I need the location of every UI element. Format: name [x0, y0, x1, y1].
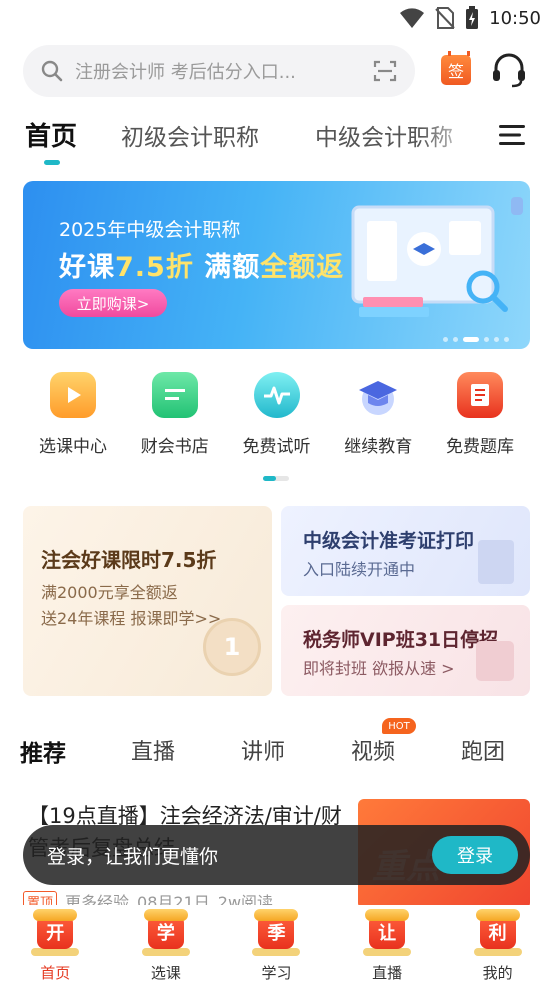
gift-box-icon: 季	[252, 909, 301, 956]
promo-subtitle: 入口陆续开通中	[303, 560, 416, 579]
nav-home[interactable]: 开 首页	[0, 905, 110, 983]
quick-link-label: 继续教育	[344, 437, 413, 457]
tab-live[interactable]: 直播	[131, 734, 175, 766]
no-sim-icon	[435, 7, 455, 29]
nav-live[interactable]: 让 直播	[332, 905, 442, 983]
tab-lecturers[interactable]: 讲师	[241, 734, 285, 766]
quick-link-label: 财会书店	[140, 437, 209, 457]
quick-links-pager	[263, 476, 289, 481]
battery-charging-icon	[466, 6, 479, 29]
quick-link-course-center[interactable]: 选课中心	[23, 372, 123, 462]
nav-label: 我的	[482, 964, 513, 982]
promo-title: 税务师VIP班31日停招	[303, 629, 499, 651]
gift-box-icon: 利	[473, 909, 522, 956]
quick-link-continuing-education[interactable]: 继续教育	[328, 372, 428, 462]
status-bar: 10:50	[0, 0, 553, 38]
audio-wave-icon	[253, 372, 300, 418]
nav-label: 直播	[372, 964, 403, 982]
banner-buy-button[interactable]: 立即购课>	[59, 289, 167, 317]
video-course-icon	[50, 372, 96, 418]
scan-icon[interactable]	[373, 60, 397, 82]
quick-links: 选课中心 财会书店 免费试听 继续教育 免费题库	[23, 372, 530, 462]
hot-badge: HOT	[382, 718, 416, 734]
tab-scroll-fade	[420, 112, 480, 160]
quick-link-label: 免费题库	[446, 437, 514, 457]
promo-card-tax-advisor-vip[interactable]: 税务师VIP班31日停招 即将封班 欲报从速 >	[281, 605, 530, 696]
graduation-cap-icon	[355, 372, 401, 418]
tab-home[interactable]: 首页	[25, 116, 77, 153]
promo-card-admission-ticket[interactable]: 中级会计准考证打印 入口陆续开通中	[281, 506, 530, 596]
promo-card-cpa-discount[interactable]: 注会好课限时7.5折 满2000元享全额返 送24年课程 报课即学>> 1	[23, 506, 272, 696]
quick-link-free-trial[interactable]: 免费试听	[227, 372, 327, 462]
promo-title: 中级会计准考证打印	[303, 530, 475, 552]
promo-subtitle: 即将封班 欲报从速 >	[303, 659, 455, 678]
bottom-navigation: 开 首页 学 选课 季 学习 让 直播 利 我的	[0, 905, 553, 983]
nav-label: 学习	[261, 964, 292, 982]
tab-recommend[interactable]: 推荐	[20, 734, 66, 768]
laptop-illustration	[351, 197, 523, 317]
gift-box-icon: 让	[363, 909, 412, 956]
search-icon	[41, 60, 63, 82]
search-bar[interactable]: 注册会计师 考后估分入口...	[23, 45, 415, 97]
promo-title: 注会好课限时7.5折	[41, 548, 217, 572]
search-input[interactable]: 注册会计师 考后估分入口...	[75, 58, 373, 84]
banner-subtitle: 2025年中级会计职称	[59, 219, 241, 241]
nav-courses[interactable]: 学 选课	[111, 905, 221, 983]
quick-link-label: 免费试听	[242, 437, 311, 457]
top-category-tabs: 首页 初级会计职称 中级会计职称	[0, 112, 553, 172]
tab-junior-accountant[interactable]: 初级会计职称	[121, 118, 259, 152]
nav-profile[interactable]: 利 我的	[443, 905, 553, 983]
status-icons: 10:50	[399, 6, 541, 30]
login-prompt-text: 登录，让我们更懂你	[47, 845, 219, 868]
nav-label: 首页	[40, 964, 71, 982]
banner-pagination	[443, 337, 509, 342]
quick-link-question-bank[interactable]: 免费题库	[430, 372, 530, 462]
feed-tabs: 推荐 直播 讲师 视频 HOT 跑团	[0, 718, 553, 770]
gift-box-icon: 学	[141, 909, 190, 956]
login-button[interactable]: 登录	[432, 836, 518, 874]
question-bank-icon	[457, 372, 503, 418]
quick-link-book-store[interactable]: 财会书店	[125, 372, 225, 462]
nav-label: 选课	[150, 964, 181, 982]
customer-service-icon[interactable]	[490, 52, 528, 88]
sign-in-calendar-button[interactable]: 签	[441, 51, 471, 85]
book-store-icon	[151, 372, 198, 418]
promo-line: 满2000元享全额返	[41, 583, 178, 602]
login-prompt-bar: 登录，让我们更懂你 登录	[23, 825, 530, 885]
quick-link-label: 选课中心	[39, 437, 107, 457]
medal-icon: 1	[203, 618, 261, 676]
promo-banner[interactable]: 2025年中级会计职称 好课7.5折 满额全额返 立即购课>	[23, 181, 530, 349]
wifi-icon	[400, 8, 425, 28]
nav-study[interactable]: 季 学习	[221, 905, 331, 983]
calendar-icon	[476, 641, 514, 681]
tab-run-group[interactable]: 跑团	[461, 734, 505, 766]
status-time: 10:50	[489, 7, 541, 29]
document-icon	[478, 540, 514, 584]
menu-icon[interactable]	[499, 124, 525, 146]
promo-line: 送24年课程 报课即学>>	[41, 609, 222, 628]
gift-box-icon: 开	[31, 909, 80, 956]
banner-title: 好课7.5折 满额全额返	[59, 252, 345, 283]
tab-videos[interactable]: 视频	[351, 734, 395, 766]
active-tab-indicator	[44, 160, 60, 165]
